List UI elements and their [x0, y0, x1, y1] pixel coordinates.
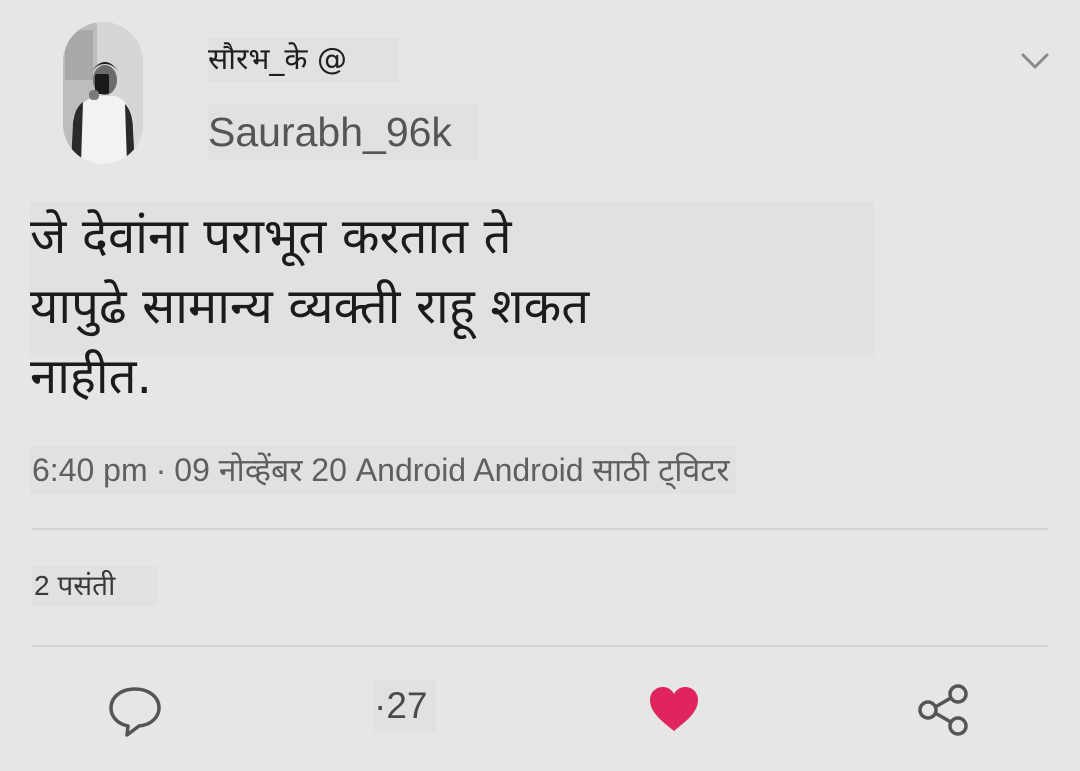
- reply-button[interactable]: [107, 683, 163, 739]
- tweet-time: 6:40 pm: [32, 452, 148, 488]
- display-name[interactable]: सौरभ_के @: [208, 38, 399, 82]
- tweet-date: 09 नोव्हेंबर 20: [174, 452, 347, 488]
- divider: [32, 645, 1048, 647]
- likes-count[interactable]: 2 पसंती: [32, 566, 158, 606]
- share-button[interactable]: [916, 682, 972, 738]
- meta-separator: ·: [155, 452, 167, 488]
- retweet-count[interactable]: ·27: [374, 680, 436, 732]
- tweet-text: जे देवांना पराभूत करतात ते यापुढे सामान्…: [30, 202, 874, 412]
- divider: [32, 528, 1048, 530]
- tweet-text-line: यापुढे सामान्य व्यक्ती राहू शकत: [30, 278, 590, 335]
- tweet-text-line: जे देवांना पराभूत करतात ते: [30, 208, 512, 265]
- reply-icon: [109, 687, 161, 737]
- heart-icon: [650, 687, 698, 731]
- tweet-text-line: नाहीत.: [30, 348, 153, 405]
- avatar[interactable]: [63, 22, 143, 164]
- like-button[interactable]: [648, 684, 700, 736]
- avatar-photo: [63, 22, 143, 164]
- user-handle[interactable]: Saurabh_96k: [208, 104, 478, 160]
- tweet-meta: 6:40 pm · 09 नोव्हेंबर 20 Android Android …: [30, 446, 736, 494]
- tweet-source[interactable]: Android Android साठी ट्विटर: [356, 452, 730, 488]
- chevron-down-icon[interactable]: [1020, 46, 1050, 76]
- share-icon: [918, 684, 968, 736]
